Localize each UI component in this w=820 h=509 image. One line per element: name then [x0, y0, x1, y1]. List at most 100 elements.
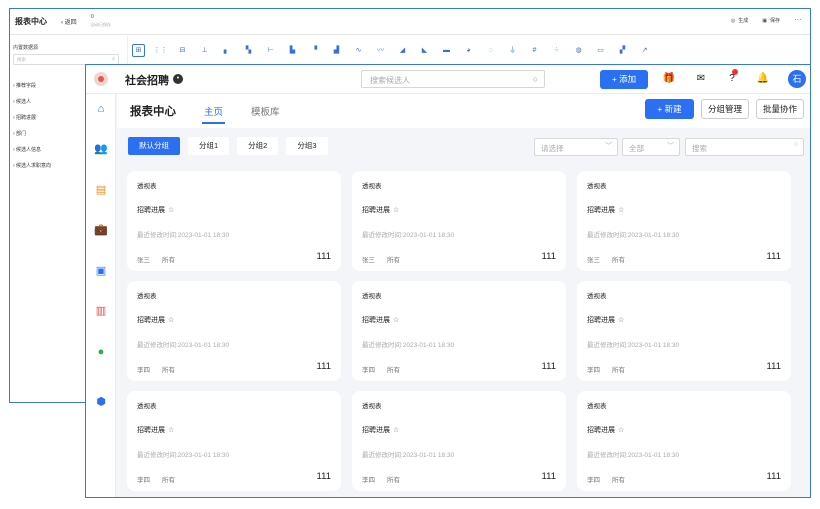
category-select[interactable]: 请选择 ﹀	[534, 138, 618, 156]
add-button[interactable]: + 添加	[600, 70, 648, 89]
cross-table-icon[interactable]: ⊟	[176, 44, 189, 57]
funnel-icon[interactable]: ⏚	[506, 44, 519, 57]
stacked-area-icon[interactable]: ◣	[418, 44, 431, 57]
report-name[interactable]: 招聘进展 ☆	[587, 425, 624, 435]
app-logo-icon[interactable]	[94, 72, 108, 86]
report-name[interactable]: 招聘进展 ☆	[137, 425, 174, 435]
report-card[interactable]: 透视表 招聘进展 ☆ 最近修改时间:2023-01-01 18:30 李四 所有 111	[577, 391, 791, 491]
star-icon[interactable]: ☆	[393, 317, 399, 324]
field-tree-item[interactable]: › 推荐字段	[13, 82, 51, 98]
field-tree-item[interactable]: › 招聘进展	[13, 114, 51, 130]
star-icon[interactable]: ☆	[393, 427, 399, 434]
report-card[interactable]: 透视表 招聘进展 ☆ 最近修改时间:2023-01-01 18:30 李四 所有 111	[127, 391, 341, 491]
star-icon[interactable]: ☆	[618, 427, 624, 434]
briefcase-icon[interactable]: 💼	[94, 223, 108, 237]
tab-templates[interactable]: 模板库	[251, 104, 280, 118]
report-name[interactable]: 招聘进展 ☆	[137, 315, 174, 325]
group-tab-3[interactable]: 分组3	[286, 137, 328, 155]
star-icon[interactable]: ☆	[393, 207, 399, 214]
area-icon[interactable]: ◢	[396, 44, 409, 57]
report-name[interactable]: 招聘进展 ☆	[587, 315, 624, 325]
people-icon[interactable]: 👥	[94, 142, 108, 156]
wechat-icon[interactable]: ●	[94, 345, 108, 359]
report-name[interactable]: 招聘进展 ☆	[587, 205, 624, 215]
report-name[interactable]: 招聘进展 ☆	[362, 425, 399, 435]
star-icon[interactable]: ☆	[618, 317, 624, 324]
report-owner: 李四	[362, 367, 375, 374]
stacked-bar-icon[interactable]: ▖	[220, 44, 233, 57]
star-icon[interactable]: ☆	[168, 317, 174, 324]
scope-select[interactable]: 全部 ﹀	[622, 138, 680, 156]
generate-button[interactable]: ◎ 生成	[731, 17, 748, 25]
area-line-icon[interactable]: 〰	[374, 44, 387, 57]
app-brand[interactable]: 社会招聘	[125, 72, 169, 88]
report-owner: 李四	[362, 477, 375, 484]
home-icon[interactable]: ⌂	[94, 102, 108, 116]
group-tab-1[interactable]: 分组1	[188, 137, 230, 155]
tab-home[interactable]: 主页	[201, 104, 226, 124]
group-tab-2[interactable]: 分组2	[237, 137, 279, 155]
avatar[interactable]: 石	[788, 70, 806, 88]
group-tab-default[interactable]: 默认分组	[128, 137, 180, 155]
field-tree-item[interactable]: › 候选人求职意向	[13, 162, 51, 178]
report-scope: 所有	[162, 367, 175, 374]
column-icon[interactable]: ▝	[308, 44, 321, 57]
bell-icon[interactable]: 🔔	[755, 71, 771, 87]
report-card[interactable]: 透视表 招聘进展 ☆ 最近修改时间:2023-01-01 18:30 李四 所有 111	[352, 391, 566, 491]
gauge-icon[interactable]: ◍	[572, 44, 585, 57]
batch-collab-button[interactable]: 批量协作	[756, 99, 804, 119]
mail-icon[interactable]: ✉	[693, 71, 709, 87]
map-icon[interactable]: ▭	[594, 44, 607, 57]
report-card[interactable]: 透视表 招聘进展 ☆ 最近修改时间:2023-01-01 18:30 张三 所有 111	[127, 171, 341, 271]
report-search-input[interactable]: 搜索 ○	[685, 138, 804, 156]
report-type: 透视表	[587, 403, 607, 410]
report-card[interactable]: 透视表 招聘进展 ☆ 最近修改时间:2023-01-01 18:30 张三 所有 111	[352, 171, 566, 271]
field-tree-item[interactable]: › 候选人信息	[13, 146, 51, 162]
combo-icon[interactable]: ▞	[616, 44, 629, 57]
stacked-column-icon[interactable]: ▟	[330, 44, 343, 57]
report-name[interactable]: 招聘进展 ☆	[137, 205, 174, 215]
grouped-bar-icon[interactable]: ▚	[242, 44, 255, 57]
gift-icon[interactable]: 🎁	[661, 71, 677, 87]
contacts-icon[interactable]: ▣	[94, 264, 108, 278]
horizontal-bar-icon[interactable]: ⊢	[264, 44, 277, 57]
back-link[interactable]: ‹ 返回	[61, 17, 77, 26]
scatter-icon[interactable]: ⁘	[550, 44, 563, 57]
pivot-table-icon[interactable]: ⋮⋮	[154, 44, 168, 57]
report-name[interactable]: 招聘进展 ☆	[362, 205, 399, 215]
settings-hex-icon[interactable]: ⬢	[94, 395, 108, 409]
report-name[interactable]: 招聘进展 ☆	[362, 315, 399, 325]
report-card[interactable]: 透视表 招聘进展 ☆ 最近修改时间:2023-01-01 18:30 李四 所有 111	[577, 281, 791, 381]
report-owner: 李四	[137, 477, 150, 484]
pie-icon[interactable]: ◕	[462, 44, 475, 57]
star-icon[interactable]: ☆	[168, 427, 174, 434]
brand-switch-icon[interactable]: •	[173, 74, 183, 84]
candidate-search-input[interactable]: 搜索候选人 ○	[361, 70, 545, 88]
report-chart-icon[interactable]: ▥	[94, 304, 108, 318]
field-tree-item[interactable]: › 部门	[13, 130, 51, 146]
heat-icon[interactable]: ▬	[440, 44, 453, 57]
donut-icon[interactable]: ◌	[484, 44, 497, 57]
bar-chart-icon[interactable]: ⊥	[198, 44, 211, 57]
trend-icon[interactable]: ↗	[638, 44, 651, 57]
report-type: 透视表	[137, 183, 157, 190]
number-icon[interactable]: #	[528, 44, 541, 57]
report-owner: 李四	[587, 477, 600, 484]
modified-time: 最近修改时间:2023-01-01 18:30	[587, 232, 680, 239]
table-icon[interactable]: ⊞	[132, 43, 145, 57]
percent-bar-icon[interactable]: ▙	[286, 44, 299, 57]
save-button[interactable]: ▣ 保存	[762, 17, 780, 25]
help-icon[interactable]: ?	[724, 71, 740, 87]
calendar-icon[interactable]: ▤	[94, 183, 108, 197]
more-menu-button[interactable]: ···	[794, 15, 802, 24]
line-icon[interactable]: ∿	[352, 44, 365, 57]
new-report-button[interactable]: + 新建	[645, 99, 694, 119]
report-card[interactable]: 透视表 招聘进展 ☆ 最近修改时间:2023-01-01 18:30 李四 所有 111	[352, 281, 566, 381]
star-icon[interactable]: ☆	[618, 207, 624, 214]
field-tree-item[interactable]: › 候选人	[13, 98, 51, 114]
group-manage-button[interactable]: 分组管理	[701, 99, 749, 119]
star-icon[interactable]: ☆	[168, 207, 174, 214]
report-card[interactable]: 透视表 招聘进展 ☆ 最近修改时间:2023-01-01 18:30 张三 所有 111	[577, 171, 791, 271]
report-card[interactable]: 透视表 招聘进展 ☆ 最近修改时间:2023-01-01 18:30 李四 所有 111	[127, 281, 341, 381]
report-owner: 张三	[362, 257, 375, 264]
